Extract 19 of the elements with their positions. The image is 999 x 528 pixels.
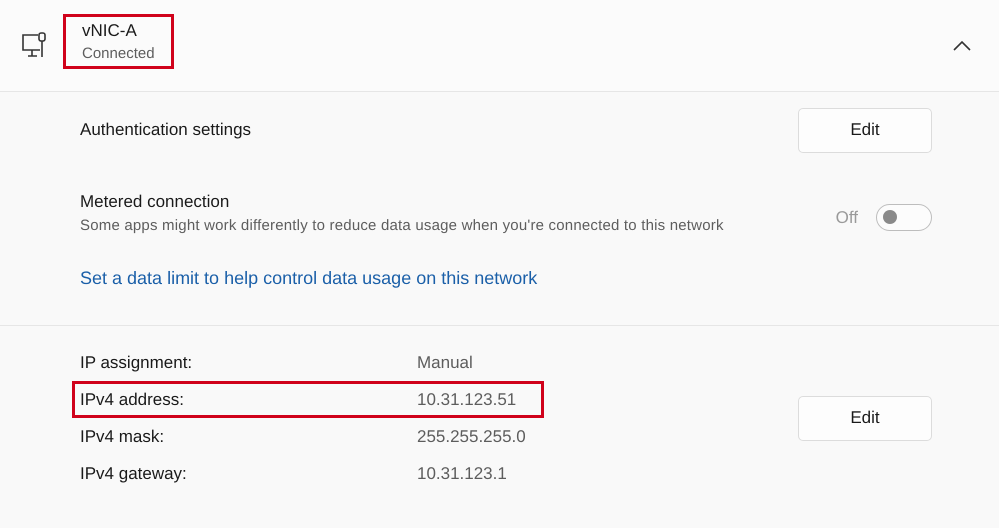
adapter-name: vNIC-A xyxy=(82,21,138,41)
ip-label: IPv4 mask: xyxy=(80,426,166,446)
chevron-icon[interactable] xyxy=(953,40,971,50)
edit-button[interactable]: Edit xyxy=(798,108,932,152)
adapter-status: Connected xyxy=(82,45,155,62)
metered-title: Metered connection xyxy=(80,192,230,212)
ip-value: 10.31.123.1 xyxy=(417,464,507,484)
edit-button[interactable]: Edit xyxy=(798,396,932,440)
toggle-switch[interactable] xyxy=(876,204,932,231)
toggle-state-label: Off xyxy=(836,208,858,228)
ip-label: IPv4 gateway: xyxy=(80,464,188,484)
metered-description: Some apps might work differently to reduce data usage when you're connected to this network xyxy=(80,216,725,236)
ip-value: 255.255.255.0 xyxy=(417,426,526,446)
ip-value: 10.31.123.51 xyxy=(417,390,516,410)
ip-label: IP assignment: xyxy=(80,352,194,372)
ip-value: Manual xyxy=(417,352,473,372)
data-limit-link[interactable]: Set a data limit to help control data usage on this network xyxy=(80,268,538,288)
ip-label: IPv4 address: xyxy=(80,390,185,410)
authentication-label: Authentication settings xyxy=(80,120,252,140)
